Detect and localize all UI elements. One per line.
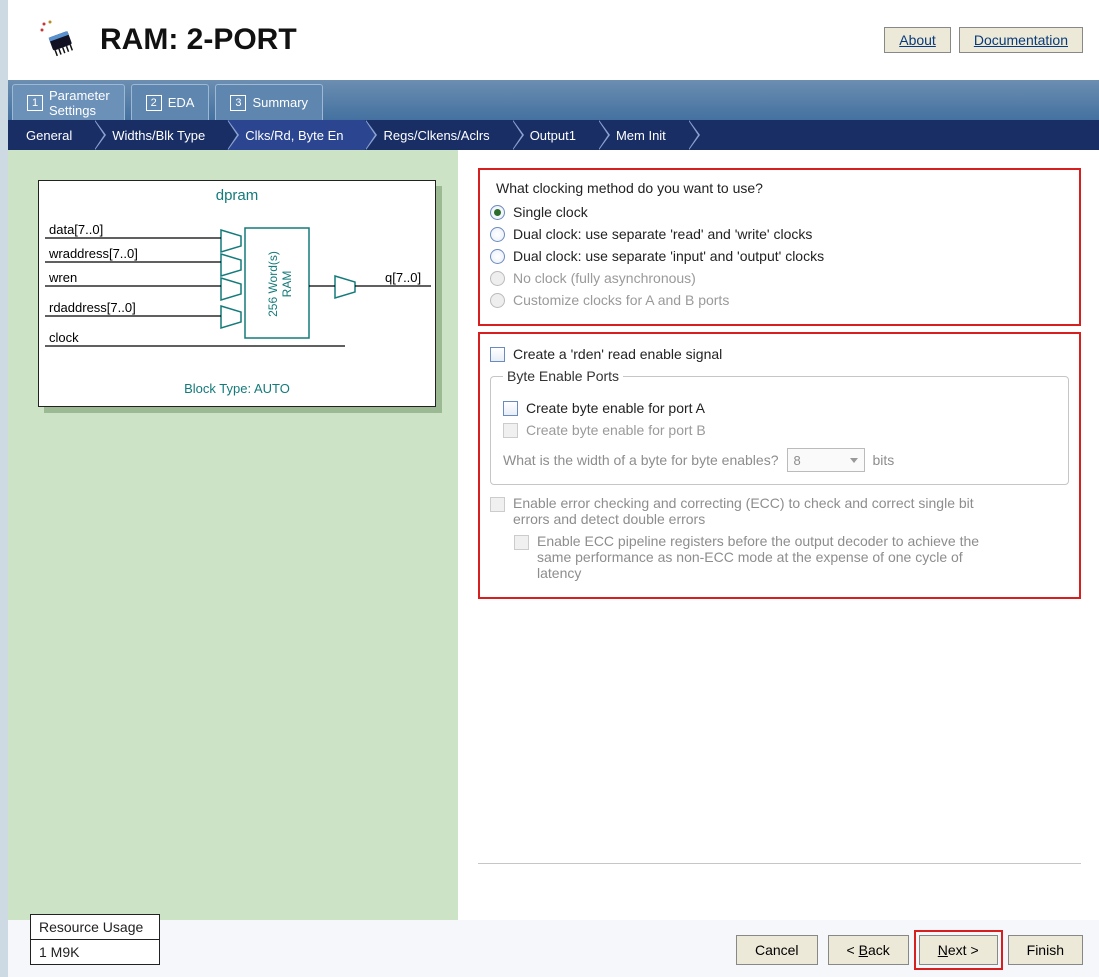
page-title: RAM: 2-PORT [100,23,297,57]
radio-icon [490,227,505,242]
byte-width-row: What is the width of a byte for byte ena… [503,448,1056,472]
tab-number: 2 [146,95,162,111]
radio-icon [490,205,505,220]
divider [478,863,1081,864]
checkbox-icon [503,423,518,438]
nav-regs-clkens-aclrs[interactable]: Regs/Clkens/Aclrs [365,120,511,150]
about-button[interactable]: About [884,27,951,53]
right-pane: What clocking method do you want to use?… [458,150,1099,920]
diagram-svg: 256 Word(s) RAM data[7..0] wraddress[7..… [39,206,435,375]
main-area: dpram [8,150,1099,920]
nav-widths-blk-type[interactable]: Widths/Blk Type [94,120,227,150]
tab-parameter-settings[interactable]: 1 Parameter Settings [12,84,125,120]
svg-text:wren: wren [48,270,77,285]
svg-text:q[7..0]: q[7..0] [385,270,421,285]
radio-label: Single clock [513,204,588,220]
checkbox-icon [514,535,529,550]
byte-width-question: What is the width of a byte for byte ena… [503,452,779,468]
nav-output1[interactable]: Output1 [512,120,598,150]
header: RAM: 2-PORT About Documentation [8,0,1099,80]
svg-text:clock: clock [49,330,79,345]
svg-text:256 Word(s): 256 Word(s) [266,251,280,317]
tab-summary[interactable]: 3 Summary [215,84,323,120]
radio-label: No clock (fully asynchronous) [513,270,696,286]
checkbox-icon [490,497,505,512]
checkbox-label: Create a 'rden' read enable signal [513,346,722,362]
nav-mem-init[interactable]: Mem Init [598,120,688,150]
resource-usage-value: 1 M9K [31,940,159,964]
header-buttons: About Documentation [884,27,1083,53]
resource-usage-box: Resource Usage 1 M9K [30,914,160,965]
next-button[interactable]: Next > [919,935,998,965]
checkbox-byte-enable-b: Create byte enable for port B [503,422,1056,438]
radio-icon [490,293,505,308]
resource-usage-title: Resource Usage [31,915,159,940]
back-button[interactable]: < Back [828,935,909,965]
subnav: General Widths/Blk Type Clks/Rd, Byte En… [8,120,1099,150]
block-type-label: Block Type: AUTO [39,375,435,406]
checkbox-ecc-pipeline: Enable ECC pipeline registers before the… [514,533,1069,581]
checkbox-label: Create byte enable for port A [526,400,705,416]
radio-customize-ab: Customize clocks for A and B ports [490,292,1069,308]
port-data: data[7..0] [49,222,103,237]
svg-text:rdaddress[7..0]: rdaddress[7..0] [49,300,136,315]
dropdown-value: 8 [794,453,801,468]
footer: Resource Usage 1 M9K Cancel < Back Next … [0,906,1099,977]
tab-label: Parameter Settings [49,88,110,118]
nav-clks-rd-byte-en[interactable]: Clks/Rd, Byte En [227,120,365,150]
checkbox-label: Enable ECC pipeline registers before the… [537,533,1007,581]
svg-text:wraddress[7..0]: wraddress[7..0] [48,246,138,261]
checkbox-icon [503,401,518,416]
top-tab-row: 1 Parameter Settings 2 EDA 3 Summary [8,80,1099,120]
tab-eda[interactable]: 2 EDA [131,84,210,120]
radio-no-clock: No clock (fully asynchronous) [490,270,1069,286]
radio-label: Dual clock: use separate 'input' and 'ou… [513,248,824,264]
radio-dual-input-output[interactable]: Dual clock: use separate 'input' and 'ou… [490,248,1069,264]
checkbox-label: Create byte enable for port B [526,422,706,438]
radio-icon [490,249,505,264]
left-pane: dpram [8,150,458,920]
chevron-down-icon [850,458,858,463]
checkbox-icon [490,347,505,362]
nav-general[interactable]: General [8,120,94,150]
diagram-title: dpram [39,181,435,206]
radio-dual-read-write[interactable]: Dual clock: use separate 'read' and 'wri… [490,226,1069,242]
radio-single-clock[interactable]: Single clock [490,204,1069,220]
checkbox-byte-enable-a[interactable]: Create byte enable for port A [503,400,1056,416]
finish-button[interactable]: Finish [1008,935,1083,965]
checkbox-ecc: Enable error checking and correcting (EC… [490,495,1069,527]
header-left: RAM: 2-PORT [38,18,297,62]
svg-text:RAM: RAM [280,271,294,298]
tab-number: 1 [27,95,43,111]
tab-label: EDA [168,95,195,110]
clocking-legend: What clocking method do you want to use? [496,180,1069,196]
radio-label: Customize clocks for A and B ports [513,292,729,308]
highlight-clocking: What clocking method do you want to use?… [478,168,1081,326]
block-diagram: dpram [38,180,436,407]
checkbox-rden[interactable]: Create a 'rden' read enable signal [490,346,1069,362]
radio-icon [490,271,505,286]
radio-label: Dual clock: use separate 'read' and 'wri… [513,226,812,242]
cancel-button[interactable]: Cancel [736,935,818,965]
byte-width-dropdown: 8 [787,448,865,472]
documentation-button[interactable]: Documentation [959,27,1083,53]
byte-enable-fieldset: Byte Enable Ports Create byte enable for… [490,368,1069,485]
checkbox-label: Enable error checking and correcting (EC… [513,495,1013,527]
tab-number: 3 [230,95,246,111]
byte-width-units: bits [873,452,895,468]
clocking-fieldset: What clocking method do you want to use?… [490,176,1069,314]
byte-enable-legend: Byte Enable Ports [503,368,623,384]
tab-label: Summary [252,95,308,110]
chip-icon [38,18,82,62]
highlight-byte-enable-ecc: Create a 'rden' read enable signal Byte … [478,332,1081,599]
footer-buttons: Cancel < Back Next > Finish [736,935,1083,965]
